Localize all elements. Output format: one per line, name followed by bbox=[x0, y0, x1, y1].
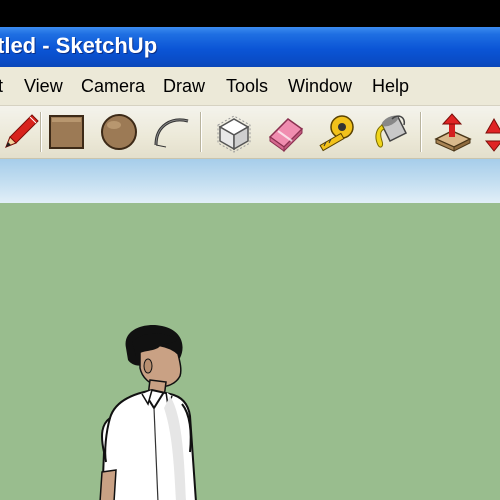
menu-item-help[interactable]: Help bbox=[372, 76, 409, 97]
rectangle-icon[interactable] bbox=[46, 111, 88, 153]
menu-item-draw[interactable]: Draw bbox=[163, 76, 205, 97]
toolbar-separator bbox=[200, 112, 201, 152]
eraser-icon[interactable] bbox=[264, 111, 306, 153]
pencil-icon[interactable] bbox=[0, 111, 42, 153]
window-title: tled - SketchUp bbox=[0, 33, 158, 58]
toolbar-separator bbox=[420, 112, 421, 152]
paint-bucket-icon[interactable] bbox=[368, 111, 410, 153]
person-figure[interactable] bbox=[92, 322, 212, 500]
window-titlebar[interactable]: tled - SketchUp bbox=[0, 27, 500, 67]
menu-item-camera[interactable]: Camera bbox=[81, 76, 145, 97]
move-icon[interactable] bbox=[484, 111, 500, 153]
ground-plane bbox=[0, 203, 500, 500]
make-component-icon[interactable] bbox=[212, 111, 254, 153]
menu-item-window[interactable]: Window bbox=[288, 76, 352, 97]
menu-bar: t View Camera Draw Tools Window Help bbox=[0, 67, 500, 106]
drawing-viewport[interactable] bbox=[0, 159, 500, 500]
circle-icon[interactable] bbox=[98, 111, 140, 153]
main-toolbar bbox=[0, 106, 500, 159]
push-pull-icon[interactable] bbox=[432, 111, 474, 153]
tape-measure-icon[interactable] bbox=[316, 111, 358, 153]
menu-item-edit-partial[interactable]: t bbox=[0, 76, 3, 97]
sky-background bbox=[0, 159, 500, 203]
menu-item-tools[interactable]: Tools bbox=[226, 76, 268, 97]
menu-item-view[interactable]: View bbox=[24, 76, 63, 97]
arc-icon[interactable] bbox=[150, 111, 192, 153]
screen-top-edge bbox=[0, 0, 500, 27]
toolbar-separator bbox=[40, 112, 41, 152]
